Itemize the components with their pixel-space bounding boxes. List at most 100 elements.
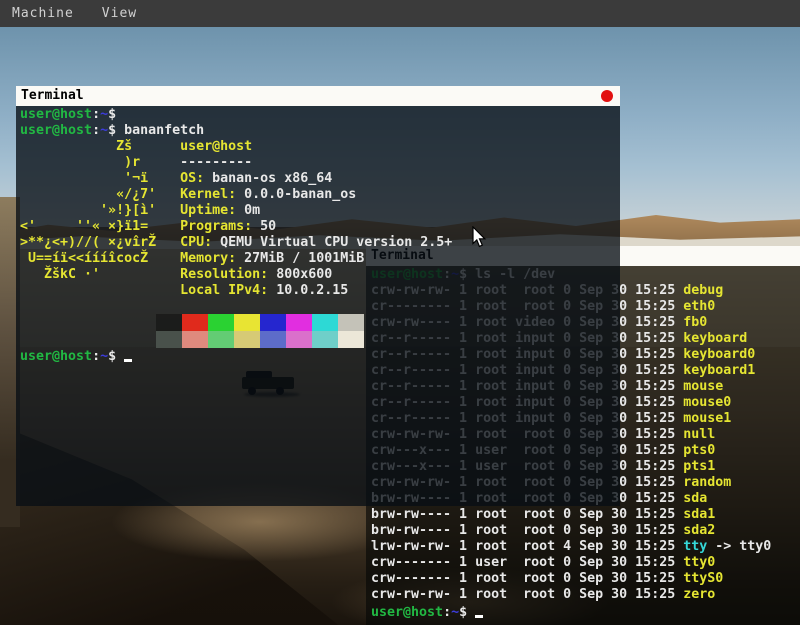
terminal1-content[interactable]: user@host:~$user@host:~$ bananfetch Zš u… — [16, 106, 620, 506]
terminal-text: 0.0.0-banan_os — [244, 187, 356, 202]
terminal-text: QEMU Virtual CPU version 2.5+ — [220, 235, 452, 250]
terminal-text: )r — [20, 155, 180, 170]
terminal-line: '»!}[ì' Uptime: 0m — [20, 203, 620, 219]
terminal-line: <' ''« ×}ï1= Programs: 50 — [20, 219, 620, 235]
terminal-text: 10.0.2.15 — [276, 283, 348, 298]
terminal-text: brw-rw---- 1 root root 0 Sep 30 15:25 — [371, 507, 683, 522]
palette-swatch — [208, 314, 234, 331]
terminal-text: Zš user@host — [20, 139, 252, 154]
palette-swatch — [156, 314, 182, 331]
terminal-text: debug — [683, 283, 723, 298]
terminal-text: ~ — [100, 123, 108, 138]
menu-item-view[interactable]: View — [102, 0, 137, 27]
terminal-text: crw-rw-rw- 1 root root 0 Sep 30 15:25 — [371, 587, 683, 602]
terminal-line: brw-rw---- 1 root root 0 Sep 30 15:25 sd… — [371, 507, 800, 523]
terminal-text: U==íï<<íííîcocŽ Memory: — [20, 251, 244, 266]
terminal-line: user@host:~$ — [20, 107, 620, 123]
terminal-line: user@host:~$ — [371, 603, 800, 619]
palette-swatch — [260, 331, 286, 348]
menu-item-machine[interactable]: Machine — [12, 0, 74, 27]
terminal-line: U==íï<<íííîcocŽ Memory: 27MiB / 1001MiB — [20, 251, 620, 267]
terminal-text: 50 — [260, 219, 276, 234]
terminal-text: ~ — [100, 107, 108, 122]
terminal-text: $ — [108, 107, 116, 122]
terminal-text: crw------- 1 user root 0 Sep 30 15:25 — [371, 555, 683, 570]
terminal-line — [20, 299, 620, 315]
palette-row — [156, 331, 364, 348]
terminal-text: tty0 — [683, 555, 715, 570]
fetch-color-palette — [156, 314, 364, 348]
terminal-text: : — [443, 605, 451, 620]
terminal-line: user@host:~$ — [20, 347, 620, 363]
terminal-text: : — [92, 349, 100, 364]
palette-swatch — [156, 331, 182, 348]
terminal-text: '»!}[ì' Uptime: — [20, 203, 244, 218]
palette-row — [156, 314, 364, 331]
text-cursor — [124, 347, 132, 362]
terminal1-title: Terminal — [21, 88, 84, 103]
palette-swatch — [286, 314, 312, 331]
terminal-text: eth0 — [683, 299, 715, 314]
terminal-text: sda2 — [683, 523, 715, 538]
palette-swatch — [182, 331, 208, 348]
vm-screen: Machine View Terminal user@host:~$ ls -l… — [0, 0, 800, 625]
terminal-text: fb0 — [683, 315, 707, 330]
palette-swatch — [234, 314, 260, 331]
palette-swatch — [286, 331, 312, 348]
terminal-text: mouse — [683, 379, 723, 394]
terminal-text: 800x600 — [276, 267, 332, 282]
terminal-line: ŽškC ·' Resolution: 800x600 — [20, 267, 620, 283]
terminal-text: user@host — [20, 123, 92, 138]
terminal-text: : — [92, 123, 100, 138]
terminal1-titlebar[interactable]: Terminal — [16, 86, 620, 106]
terminal-text: --------- — [180, 155, 252, 170]
mouse-pointer-icon — [472, 226, 487, 248]
palette-swatch — [260, 314, 286, 331]
terminal-line: lrw-rw-rw- 1 root root 4 Sep 30 15:25 tt… — [371, 539, 800, 555]
terminal-text: user@host — [20, 349, 92, 364]
vm-menu-bar: Machine View — [0, 0, 800, 27]
terminal-text: ttyS0 — [683, 571, 723, 586]
terminal-text: pts1 — [683, 459, 715, 474]
palette-swatch — [208, 331, 234, 348]
terminal-text: banan-os x86_64 — [212, 171, 332, 186]
terminal-line: «/¿7' Kernel: 0.0.0-banan_os — [20, 187, 620, 203]
terminal-line: )r --------- — [20, 155, 620, 171]
terminal-text: null — [683, 427, 715, 442]
terminal-line: '¬ï OS: banan-os x86_64 — [20, 171, 620, 187]
terminal-text: user@host — [371, 605, 443, 620]
terminal-text: '¬ï OS: — [20, 171, 212, 186]
terminal-line: brw-rw---- 1 root root 0 Sep 30 15:25 sd… — [371, 523, 800, 539]
palette-swatch — [312, 314, 338, 331]
terminal-text: keyboard — [683, 331, 747, 346]
terminal-line: user@host:~$ bananfetch — [20, 123, 620, 139]
terminal-line: crw------- 1 user root 0 Sep 30 15:25 tt… — [371, 555, 800, 571]
terminal-line: >**¿<+)//( ×¿vîrŽ CPU: QEMU Virtual CPU … — [20, 235, 620, 251]
terminal-text: ~ — [451, 605, 459, 620]
terminal-line: crw------- 1 root root 0 Sep 30 15:25 tt… — [371, 571, 800, 587]
terminal-text: crw------- 1 root root 0 Sep 30 15:25 — [371, 571, 683, 586]
palette-swatch — [338, 331, 364, 348]
terminal-text: <' ''« ×}ï1= Programs: — [20, 219, 260, 234]
terminal-text: ŽškC ·' Resolution: — [20, 267, 276, 282]
terminal-text: $ bananfetch — [108, 123, 204, 138]
terminal-text: -> tty0 — [707, 539, 771, 554]
terminal-text: keyboard0 — [683, 347, 755, 362]
terminal-text: Local IPv4: — [20, 283, 276, 298]
terminal-line: Local IPv4: 10.0.2.15 — [20, 283, 620, 299]
terminal-text: ~ — [100, 349, 108, 364]
terminal-text: lrw-rw-rw- 1 root root 4 Sep 30 15:25 — [371, 539, 683, 554]
terminal-text: 0m — [244, 203, 260, 218]
terminal-text: random — [683, 475, 731, 490]
text-cursor — [475, 603, 483, 618]
close-button[interactable] — [601, 90, 613, 102]
terminal-text: sda — [683, 491, 707, 506]
terminal-text: tty — [683, 539, 707, 554]
terminal-text: $ — [459, 605, 475, 620]
terminal-text: keyboard1 — [683, 363, 755, 378]
palette-swatch — [182, 314, 208, 331]
terminal-text: pts0 — [683, 443, 715, 458]
terminal-line: crw-rw-rw- 1 root root 0 Sep 30 15:25 ze… — [371, 587, 800, 603]
terminal-text: : — [92, 107, 100, 122]
palette-swatch — [234, 331, 260, 348]
